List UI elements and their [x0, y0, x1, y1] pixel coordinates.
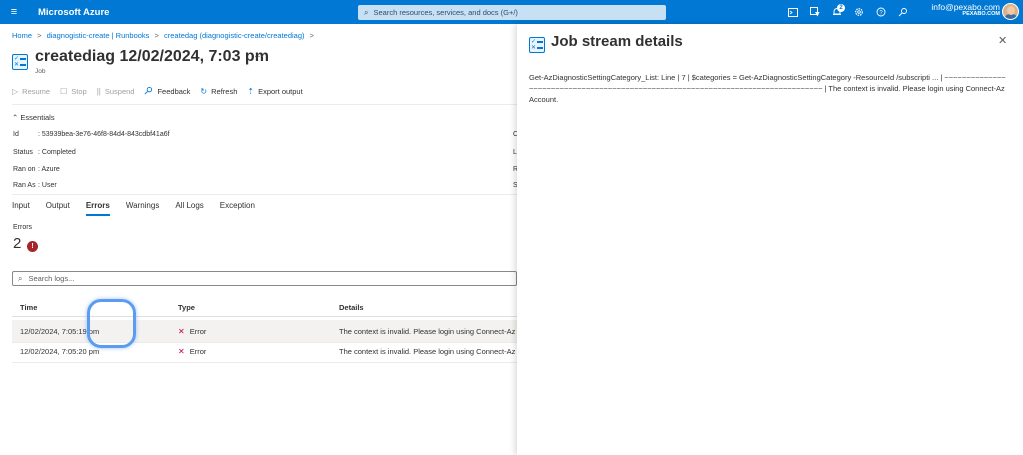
- cell-type: ✕ Error: [178, 327, 207, 336]
- errors-count: 2: [13, 235, 22, 252]
- pause-icon: ||: [96, 87, 101, 96]
- suspend-label: Suspend: [104, 87, 135, 96]
- cell-time: 12/02/2024, 7:05:20 pm: [20, 347, 100, 356]
- essentials-toggle[interactable]: ⌃ Essentials: [12, 113, 55, 122]
- chevron-up-icon: ⌃: [12, 113, 19, 122]
- top-bar: ≡ Microsoft Azure ⌕ Search resources, se…: [0, 0, 1023, 24]
- breadcrumb-separator: >: [154, 31, 159, 40]
- play-icon: ▷: [12, 87, 19, 96]
- essentials-ran-as: Ran As: User: [13, 182, 57, 189]
- breadcrumb-home[interactable]: Home: [12, 31, 32, 40]
- breadcrumb-separator: >: [37, 31, 42, 40]
- tab-input[interactable]: Input: [12, 201, 30, 216]
- search-icon: ⌕: [364, 7, 369, 17]
- essentials-label: Essentials: [20, 113, 55, 122]
- tab-warnings[interactable]: Warnings: [126, 201, 160, 216]
- feedback-button[interactable]: Feedback: [144, 86, 190, 97]
- notification-count-badge: 2: [837, 4, 845, 12]
- export-label: Export output: [258, 87, 303, 96]
- command-bar: ▷ Resume ☐ Stop || Suspend Feedback ↻ Re…: [12, 86, 313, 97]
- account-info[interactable]: info@pexabo.com PEXABO.COM: [931, 3, 1000, 18]
- essentials-id: Id: 53939bea-3e76-46f8-84d4-843cdbf41a6f: [13, 131, 170, 138]
- export-icon: ⇡: [247, 87, 255, 96]
- breadcrumb-runbooks[interactable]: diagnogistic-create | Runbooks: [47, 31, 150, 40]
- export-output-button[interactable]: ⇡ Export output: [247, 87, 302, 96]
- job-stream-details-panel: ✓ ✕ Job stream details ✕ Get-AzDiagnosti…: [517, 24, 1023, 455]
- essentials-ran-on: Ran on: Azure: [13, 166, 60, 173]
- tab-bar: Input Output Errors Warnings All Logs Ex…: [12, 201, 271, 216]
- stop-label: Stop: [71, 87, 87, 96]
- error-badge-icon: !: [27, 241, 38, 252]
- refresh-label: Refresh: [211, 87, 238, 96]
- directory-filter-icon[interactable]: [804, 4, 826, 20]
- stop-icon: ☐: [60, 87, 68, 96]
- user-org: PEXABO.COM: [962, 10, 1000, 17]
- job-stream-text: Get-AzDiagnosticSettingCategory_List: Li…: [529, 73, 1006, 104]
- cell-details: The context is invalid. Please login usi…: [339, 347, 516, 356]
- tab-exception[interactable]: Exception: [220, 201, 255, 216]
- settings-icon[interactable]: [848, 4, 870, 20]
- table-row[interactable]: 12/02/2024, 7:05:20 pm ✕ Error The contex…: [12, 340, 517, 362]
- page-subtitle: Job: [35, 68, 46, 75]
- breadcrumb-runbook[interactable]: createdag (diagnogistic-create/createdia…: [164, 31, 305, 40]
- notifications-icon[interactable]: 2: [826, 4, 848, 20]
- divider: [12, 194, 517, 195]
- refresh-icon: ↻: [200, 87, 208, 96]
- global-search-input[interactable]: ⌕ Search resources, services, and docs (…: [358, 5, 666, 20]
- column-header-time[interactable]: Time: [20, 303, 37, 312]
- more-options-icon[interactable]: ···: [254, 51, 264, 62]
- error-icon: ✕: [178, 327, 185, 336]
- stop-button[interactable]: ☐ Stop: [60, 87, 87, 96]
- errors-label: Errors: [13, 224, 33, 231]
- essentials-status: Status: Completed: [13, 149, 76, 156]
- avatar[interactable]: [1002, 3, 1019, 20]
- focus-highlight-ring: [87, 299, 136, 348]
- error-icon: ✕: [178, 347, 185, 356]
- feedback-icon: [144, 86, 153, 97]
- cell-details: The context is invalid. Please login usi…: [339, 327, 516, 336]
- help-icon[interactable]: ?: [870, 4, 892, 20]
- panel-title: Job stream details: [551, 33, 683, 50]
- menu-icon[interactable]: ≡: [0, 6, 28, 18]
- divider: [12, 104, 517, 105]
- job-icon: ✓ ✕: [12, 54, 28, 70]
- tab-all-logs[interactable]: All Logs: [175, 201, 203, 216]
- close-icon[interactable]: ✕: [998, 34, 1007, 47]
- tab-output[interactable]: Output: [46, 201, 70, 216]
- search-icon: ⌕: [18, 273, 23, 283]
- resume-label: Resume: [22, 87, 51, 96]
- column-header-details[interactable]: Details: [339, 303, 364, 312]
- global-search-placeholder: Search resources, services, and docs (G+…: [373, 8, 518, 17]
- feedback-label: Feedback: [157, 87, 191, 96]
- page-title: creatediag 12/02/2024, 7:03 pm: [35, 48, 269, 65]
- breadcrumb: Home > diagnogistic-create | Runbooks > …: [12, 31, 317, 40]
- refresh-button[interactable]: ↻ Refresh: [200, 87, 237, 96]
- cell-type: ✕ Error: [178, 347, 207, 356]
- cloud-shell-icon[interactable]: [782, 4, 804, 20]
- brand-title[interactable]: Microsoft Azure: [38, 7, 109, 18]
- job-icon: ✓ ✕: [529, 37, 545, 53]
- feedback-icon[interactable]: [892, 4, 914, 20]
- search-logs-placeholder: Search logs...: [28, 274, 75, 283]
- search-logs-input[interactable]: ⌕ Search logs...: [12, 271, 517, 286]
- topbar-icons: 2 ?: [782, 4, 914, 20]
- breadcrumb-separator: >: [309, 31, 314, 40]
- divider: [12, 362, 517, 363]
- resume-button[interactable]: ▷ Resume: [12, 87, 50, 96]
- tab-errors[interactable]: Errors: [85, 201, 110, 216]
- suspend-button[interactable]: || Suspend: [97, 87, 135, 96]
- column-header-type[interactable]: Type: [178, 303, 195, 312]
